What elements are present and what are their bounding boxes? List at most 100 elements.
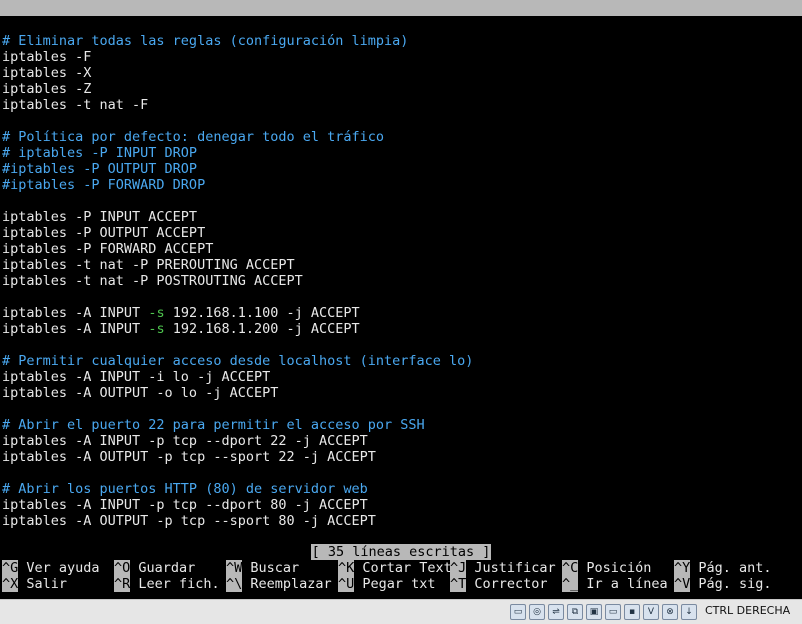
display-icon[interactable]: ▭: [605, 604, 621, 620]
code-comment: # Abrir el puerto 22 para permitir el ac…: [2, 417, 425, 433]
vm-status-bar: CTRL DERECHA ▭ ◎ ⇌ ⧉ ▣ ▭ ▪ V ⊗ ↓: [0, 599, 802, 624]
code-comment: # Eliminar todas las reglas (configuraci…: [2, 33, 409, 49]
shortcut-key: ^K: [338, 560, 355, 576]
code-line[interactable]: iptables -A INPUT -s 192.168.1.200 -j AC…: [2, 321, 800, 337]
code-line[interactable]: iptables -P OUTPUT ACCEPT: [2, 225, 800, 241]
code-line[interactable]: [2, 401, 800, 417]
shortcut-item[interactable]: ^R Leer fich.: [114, 576, 220, 592]
shortcut-key: ^T: [450, 576, 467, 592]
code-comment: #iptables -P FORWARD DROP: [2, 177, 206, 193]
shortcut-key: ^_: [562, 576, 579, 592]
download-icon[interactable]: ↓: [681, 604, 697, 620]
code-line[interactable]: [2, 337, 800, 353]
code-line[interactable]: iptables -t nat -P PREROUTING ACCEPT: [2, 257, 800, 273]
code-line[interactable]: [2, 289, 800, 305]
video-capture-icon[interactable]: ▪: [624, 604, 640, 620]
shortcut-item[interactable]: ^T Corrector: [450, 576, 548, 592]
code-line[interactable]: # Abrir los puertos HTTP (80) de servido…: [2, 481, 800, 497]
shortcut-item[interactable]: ^Y Pág. ant.: [674, 560, 772, 576]
code-text: iptables -t nat -P POSTROUTING ACCEPT: [2, 273, 303, 289]
shortcut-key: ^G: [2, 560, 19, 576]
shortcut-item[interactable]: ^_ Ir a línea: [562, 576, 668, 592]
network-icon[interactable]: ⧉: [567, 604, 583, 620]
shortcut-label: Ver ayuda: [18, 560, 100, 576]
nano-titlebar: GNU nano 2.5.3 Archivo: /etc/init.d/cort…: [0, 0, 802, 48]
shortcut-key: ^O: [114, 560, 131, 576]
optical-drive-icon[interactable]: ◎: [529, 604, 545, 620]
mouse-integration-icon[interactable]: ⊗: [662, 604, 678, 620]
code-line[interactable]: iptables -A INPUT -p tcp --dport 80 -j A…: [2, 497, 800, 513]
code-text: iptables -A OUTPUT -p tcp --sport 80 -j …: [2, 513, 376, 529]
code-line[interactable]: iptables -P FORWARD ACCEPT: [2, 241, 800, 257]
code-line[interactable]: # iptables -P INPUT DROP: [2, 145, 800, 161]
code-comment: # iptables -P INPUT DROP: [2, 145, 198, 161]
shortcut-key: ^C: [562, 560, 579, 576]
shortcut-label: Salir: [18, 576, 68, 592]
code-line[interactable]: [2, 113, 800, 129]
code-flag: -s: [148, 321, 165, 337]
code-line[interactable]: [2, 193, 800, 209]
shortcut-bar: ^G Ver ayuda ^O Guardar ^W Buscar ^K Cortar…: [2, 560, 802, 592]
code-line[interactable]: iptables -P INPUT ACCEPT: [2, 209, 800, 225]
code-text: iptables -t nat -F: [2, 97, 149, 113]
code-line[interactable]: iptables -F: [2, 49, 800, 65]
shortcut-label: Corrector: [466, 576, 548, 592]
code-text: iptables -A INPUT -p tcp --dport 80 -j A…: [2, 497, 368, 513]
code-line[interactable]: # Política por defecto: denegar todo el …: [2, 129, 800, 145]
code-line[interactable]: iptables -A OUTPUT -p tcp --sport 22 -j …: [2, 449, 800, 465]
shortcut-item[interactable]: ^V Pág. sig.: [674, 576, 772, 592]
code-line[interactable]: # Abrir el puerto 22 para permitir el ac…: [2, 417, 800, 433]
code-text: iptables -P OUTPUT ACCEPT: [2, 225, 206, 241]
code-line[interactable]: iptables -t nat -F: [2, 97, 800, 113]
shortcut-label: Posición: [578, 560, 652, 576]
shortcut-item[interactable]: ^J Justificar: [450, 560, 556, 576]
editor-buffer[interactable]: # Eliminar todas las reglas (configuraci…: [2, 33, 800, 529]
shortcut-key: ^J: [450, 560, 467, 576]
shortcut-item[interactable]: ^O Guardar: [114, 560, 195, 576]
virtualization-icon[interactable]: V: [643, 604, 659, 620]
code-comment: #iptables -P OUTPUT DROP: [2, 161, 198, 177]
code-line[interactable]: #iptables -P OUTPUT DROP: [2, 161, 800, 177]
code-line[interactable]: # Eliminar todas las reglas (configuraci…: [2, 33, 800, 49]
code-text: iptables -A INPUT -i lo -j ACCEPT: [2, 369, 271, 385]
code-text: iptables -F: [2, 49, 92, 65]
shortcut-label: Ir a línea: [578, 576, 668, 592]
code-line[interactable]: iptables -X: [2, 65, 800, 81]
code-line[interactable]: iptables -A OUTPUT -o lo -j ACCEPT: [2, 385, 800, 401]
shortcut-item[interactable]: ^X Salir: [2, 576, 67, 592]
terminal-window[interactable]: GNU nano 2.5.3 Archivo: /etc/init.d/cort…: [0, 0, 802, 599]
code-text: 192.168.1.100 -j ACCEPT: [164, 305, 360, 321]
shortcut-item[interactable]: ^U Pegar txt: [338, 576, 436, 592]
shortcut-key: ^U: [338, 576, 355, 592]
code-text: iptables -Z: [2, 81, 92, 97]
code-comment: # Abrir los puertos HTTP (80) de servido…: [2, 481, 368, 497]
shortcut-key: ^X: [2, 576, 19, 592]
code-line[interactable]: iptables -A INPUT -i lo -j ACCEPT: [2, 369, 800, 385]
code-line[interactable]: # Permitir cualquier acceso desde localh…: [2, 353, 800, 369]
code-comment: # Permitir cualquier acceso desde localh…: [2, 353, 474, 369]
code-line[interactable]: iptables -A OUTPUT -p tcp --sport 80 -j …: [2, 513, 800, 529]
code-line[interactable]: [2, 465, 800, 481]
code-line[interactable]: #iptables -P FORWARD DROP: [2, 177, 800, 193]
hard-disk-icon[interactable]: ▭: [510, 604, 526, 620]
code-line[interactable]: iptables -t nat -P POSTROUTING ACCEPT: [2, 273, 800, 289]
shortcut-item[interactable]: ^W Buscar: [226, 560, 299, 576]
shared-folder-icon[interactable]: ▣: [586, 604, 602, 620]
code-text: iptables -A OUTPUT -p tcp --sport 22 -j …: [2, 449, 376, 465]
code-comment: # Política por defecto: denegar todo el …: [2, 129, 385, 145]
shortcut-item[interactable]: ^G Ver ayuda: [2, 560, 100, 576]
host-key-label: CTRL DERECHA: [705, 604, 791, 617]
shortcut-item[interactable]: ^K Cortar Text: [338, 560, 452, 576]
code-line[interactable]: iptables -A INPUT -p tcp --dport 22 -j A…: [2, 433, 800, 449]
code-line[interactable]: iptables -Z: [2, 81, 800, 97]
shortcut-item[interactable]: ^C Posición: [562, 560, 651, 576]
status-text: [ 35 líneas escritas ]: [310, 544, 492, 560]
shortcut-item[interactable]: ^\ Reemplazar: [226, 576, 332, 592]
shortcut-key: ^V: [674, 576, 691, 592]
shortcut-key: ^Y: [674, 560, 691, 576]
shortcut-key: ^\: [226, 576, 243, 592]
status-message: [ 35 líneas escritas ]: [0, 544, 802, 560]
usb-icon[interactable]: ⇌: [548, 604, 564, 620]
shortcut-label: Reemplazar: [242, 576, 332, 592]
code-line[interactable]: iptables -A INPUT -s 192.168.1.100 -j AC…: [2, 305, 800, 321]
